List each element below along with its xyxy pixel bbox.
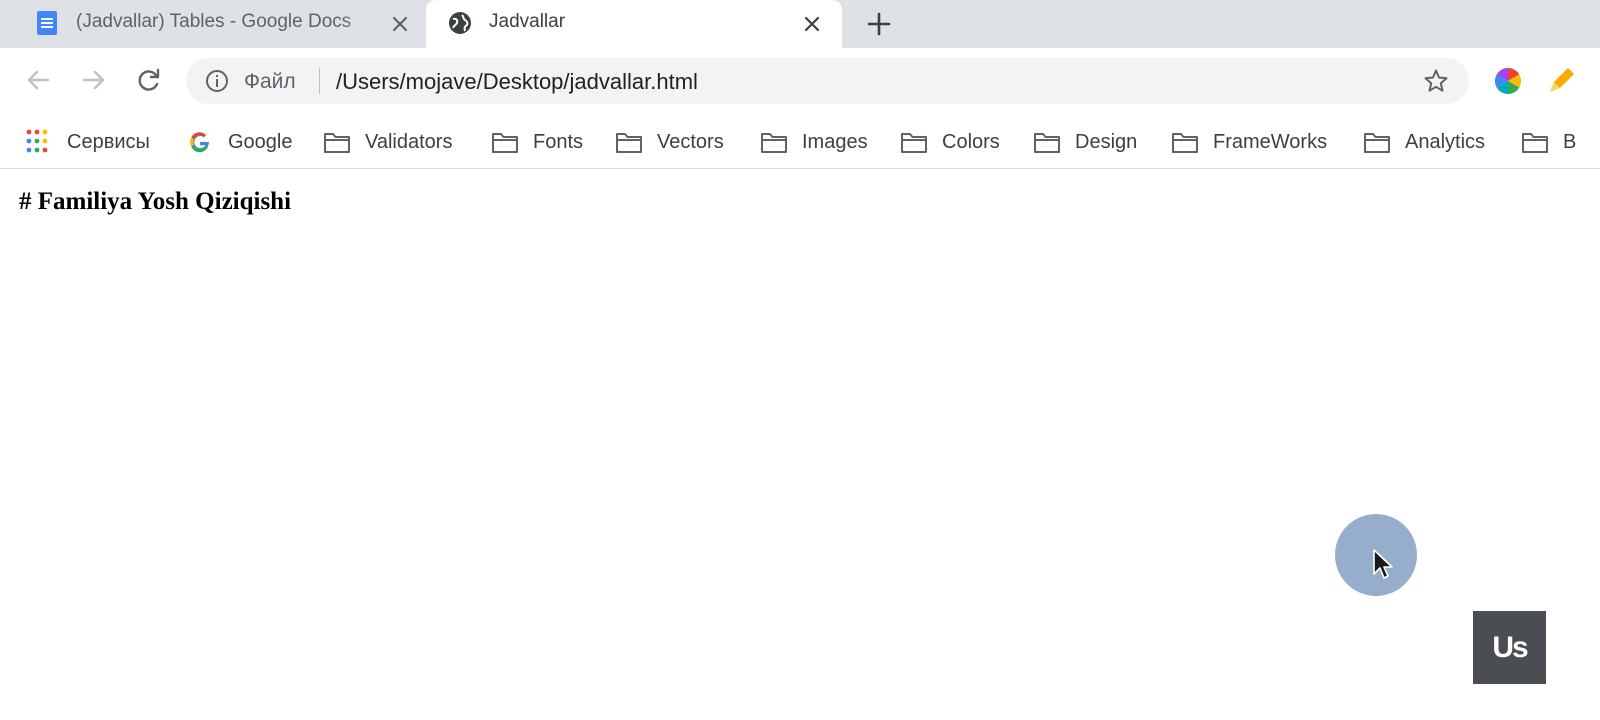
tab-jadvallar[interactable]: Jadvallar (426, 0, 842, 48)
address-scheme-label: Файл (244, 70, 296, 93)
bookmark-label: Сервисы (67, 130, 150, 153)
bookmark-folder-fonts[interactable]: Fonts (491, 127, 583, 157)
page-heading: # Familiya Yosh Qiziqishi (19, 188, 292, 215)
back-arrow-icon[interactable] (23, 65, 53, 95)
color-picker-extension-icon[interactable] (1493, 66, 1523, 96)
address-url[interactable]: /Users/mojave/Desktop/jadvallar.html (336, 69, 698, 95)
folder-icon (1172, 133, 1198, 153)
pencil-extension-icon[interactable] (1546, 66, 1576, 96)
bookmark-folder-validators[interactable]: Validators (323, 127, 452, 157)
bookmark-folder-analytics[interactable]: Analytics (1363, 127, 1485, 157)
bookmark-google[interactable]: Google (186, 127, 293, 157)
google-icon (190, 132, 209, 153)
bookmark-folder-vectors[interactable]: Vectors (615, 127, 724, 157)
folder-icon (324, 133, 350, 153)
apps-grid-icon (26, 129, 48, 153)
watermark-logo: Us (1473, 611, 1546, 684)
browser-toolbar: Файл /Users/mojave/Desktop/jadvallar.htm… (0, 48, 1600, 115)
bookmarks-bar: Сервисы Google Validators Fonts Vectors (0, 115, 1600, 169)
folder-icon (492, 133, 518, 153)
folder-icon (901, 133, 927, 153)
bookmark-label: Design (1075, 130, 1138, 153)
bookmark-star-icon[interactable] (1423, 68, 1449, 94)
plus-icon[interactable] (864, 9, 894, 39)
bookmark-label: Google (228, 130, 293, 153)
bookmark-folder-overflow[interactable]: B (1521, 127, 1576, 157)
folder-icon (1522, 133, 1548, 153)
bookmark-label: FrameWorks (1213, 130, 1328, 153)
bookmark-label: Colors (942, 130, 1000, 153)
bookmark-label: Vectors (657, 130, 724, 153)
address-bar[interactable]: Файл /Users/mojave/Desktop/jadvallar.htm… (186, 58, 1469, 104)
bookmark-label: Fonts (533, 130, 584, 153)
folder-icon (1364, 133, 1390, 153)
address-separator (319, 68, 320, 94)
bookmark-services[interactable]: Сервисы (25, 127, 150, 157)
tab-google-docs[interactable]: (Jadvallar) Tables - Google Docs (20, 0, 425, 48)
bookmark-label: Analytics (1405, 130, 1486, 153)
bookmark-folder-frameworks[interactable]: FrameWorks (1171, 127, 1327, 157)
close-icon[interactable] (800, 12, 824, 36)
tab-strip: (Jadvallar) Tables - Google Docs Jadvall… (0, 0, 1600, 48)
bookmark-label: B (1563, 130, 1577, 153)
globe-icon (449, 12, 471, 34)
bookmark-label: Images (802, 130, 868, 153)
tab-title: Jadvallar (489, 11, 566, 32)
bookmark-folder-images[interactable]: Images (760, 127, 868, 157)
forward-arrow-icon[interactable] (79, 65, 109, 95)
bookmark-folder-design[interactable]: Design (1033, 127, 1137, 157)
bookmark-folder-colors[interactable]: Colors (900, 127, 1000, 157)
reload-icon[interactable] (134, 65, 164, 95)
folder-icon (761, 133, 787, 153)
info-icon[interactable] (205, 69, 229, 93)
close-icon[interactable] (388, 12, 412, 36)
folder-icon (616, 133, 642, 153)
mouse-pointer-icon (1373, 549, 1393, 579)
google-docs-icon (37, 11, 57, 35)
tab-title: (Jadvallar) Tables - Google Docs (76, 11, 352, 32)
bookmark-label: Validators (365, 130, 453, 153)
folder-icon (1034, 133, 1060, 153)
